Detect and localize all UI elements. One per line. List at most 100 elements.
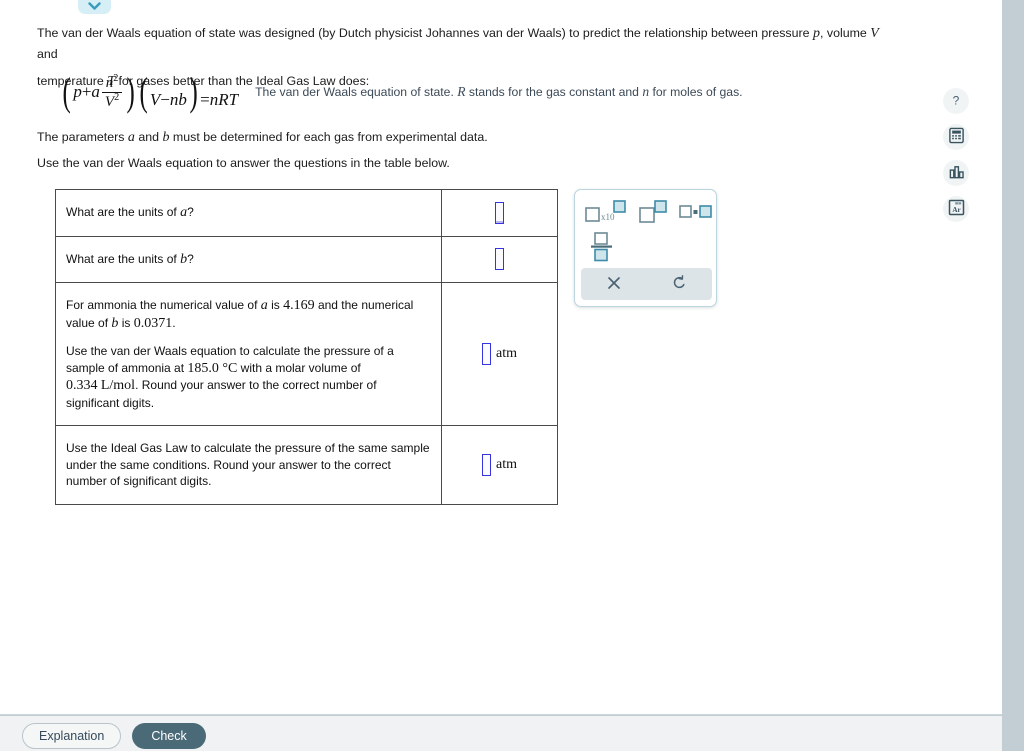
- answer-cell-vdw-pressure: atm: [441, 282, 558, 426]
- answer-input-ideal-gas[interactable]: [482, 453, 491, 476]
- params-text-2: and: [134, 130, 163, 144]
- intro-text-1: The van der Waals equation of state was …: [37, 26, 813, 40]
- tail-left-paren: (: [139, 68, 148, 114]
- right-edge-strip: [1002, 0, 1024, 751]
- eq-minus: −: [160, 89, 170, 109]
- q1-text-2: ?: [187, 205, 194, 219]
- eq-frac-num-exp: 2: [113, 73, 119, 84]
- question-cell-vdw-pressure: For ammonia the numerical value of a is …: [55, 282, 442, 426]
- eq-equals: =: [200, 89, 210, 109]
- periodic-table-button[interactable]: Ar: [943, 196, 969, 222]
- answer-input-units-b[interactable]: [495, 248, 504, 271]
- help-button[interactable]: ?: [943, 88, 969, 114]
- chevron-down-icon: [88, 2, 101, 11]
- clear-button[interactable]: [594, 271, 634, 297]
- eq-T: T: [228, 89, 239, 109]
- caption-text-3: for moles of gas.: [649, 85, 743, 100]
- fraction-button[interactable]: [588, 231, 616, 265]
- params-text-1: The parameters: [37, 130, 128, 144]
- var-V: V: [870, 26, 879, 41]
- superscript-button[interactable]: [637, 199, 673, 226]
- svg-text:x10: x10: [601, 212, 615, 222]
- question-cell-units-a: What are the units of a?: [55, 189, 442, 237]
- params-var-a: a: [127, 130, 135, 145]
- eq-tail: (V−nb) =nRT: [137, 68, 239, 114]
- answer-cell-units-a: [441, 189, 558, 237]
- eq-n2: n: [209, 89, 219, 109]
- q2-var-b: b: [180, 251, 188, 267]
- calculator-button[interactable]: [943, 124, 969, 150]
- question-mark-icon: ?: [948, 92, 964, 111]
- eq-b: b: [178, 89, 187, 109]
- q3-text-5: .: [172, 315, 176, 330]
- q3-text-2: is: [267, 298, 284, 312]
- instruction-paragraph: Use the van der Waals equation to answer…: [37, 156, 450, 170]
- eq-frac-den-exp: 2: [114, 91, 120, 103]
- parameters-paragraph: The parameters a and b must be determine…: [37, 130, 488, 146]
- scientific-notation-button[interactable]: x10: [583, 199, 631, 227]
- q4-text: Use the Ideal Gas Law to calculate the p…: [66, 441, 430, 488]
- q1-var-a: a: [180, 205, 188, 220]
- bar-chart-icon: [948, 164, 965, 183]
- question-cell-units-b: What are the units of b?: [55, 235, 442, 283]
- right-paren: ): [126, 69, 135, 115]
- q2-text-1: What are the units of: [66, 251, 181, 266]
- answer-cell-units-b: [441, 235, 558, 283]
- eq-R: R: [218, 89, 229, 109]
- q3-var-a: a: [260, 298, 268, 313]
- eq-a: a: [91, 82, 100, 102]
- scientific-notation-icon: x10: [584, 199, 630, 227]
- q3-text-4: is: [118, 315, 134, 330]
- answer-input-vdw-pressure[interactable]: [482, 343, 491, 365]
- fraction-icon: [590, 231, 614, 265]
- unit-label-atm: atm: [496, 456, 517, 472]
- footer-bar: Explanation Check: [0, 716, 1002, 751]
- vdw-equation: ( p + a n2 V2 ) (V−nb) =nRT: [60, 68, 239, 115]
- footer-actions: Explanation Check: [22, 723, 206, 749]
- table-row: For ammonia the numerical value of a is …: [55, 282, 558, 426]
- answer-input-units-a[interactable]: [495, 201, 504, 224]
- multiplication-button[interactable]: [678, 202, 714, 224]
- periodic-table-icon: Ar: [948, 199, 965, 219]
- eq-p: p: [73, 82, 82, 102]
- table-row: Use the Ideal Gas Law to calculate the p…: [55, 425, 558, 505]
- q3-text-7: with a molar volume of: [237, 360, 361, 375]
- intro-text-3: and: [37, 47, 58, 61]
- calculator-icon: [948, 127, 965, 147]
- undo-button[interactable]: [659, 271, 699, 297]
- check-button[interactable]: Check: [132, 723, 206, 749]
- q3-value-b: 0.0371: [133, 315, 173, 331]
- close-icon: [607, 276, 621, 293]
- q2-text-2: ?: [187, 251, 194, 266]
- equation-caption: The van der Waals equation of state. R s…: [255, 84, 742, 100]
- math-palette-grid: x10: [575, 190, 716, 268]
- math-palette-actions: [581, 268, 712, 300]
- content-card: The van der Waals equation of state was …: [0, 0, 1002, 715]
- tool-rail: ? Ar: [943, 88, 969, 222]
- caption-text-2: stands for the gas constant and: [465, 85, 643, 100]
- eq-fraction: n2 V2: [101, 73, 123, 111]
- q1-text-1: What are the units of: [66, 205, 181, 219]
- collapse-panel-tab[interactable]: [78, 0, 111, 14]
- unit-label-atm: atm: [496, 346, 517, 361]
- app-root: The van der Waals equation of state was …: [0, 0, 1024, 751]
- data-chart-button[interactable]: [943, 160, 969, 186]
- explanation-button[interactable]: Explanation: [22, 723, 122, 749]
- table-row: What are the units of a?: [55, 189, 558, 237]
- params-text-3: must be determined for each gas from exp…: [169, 130, 488, 144]
- eq-frac-den: V: [104, 93, 115, 110]
- tail-right-paren: ): [189, 68, 198, 114]
- svg-text:?: ?: [953, 93, 960, 107]
- q3-text-1: For ammonia the numerical value of: [66, 298, 261, 312]
- questions-table: What are the units of a? What are the un…: [55, 189, 558, 505]
- q3-temperature: 185.0 °C: [187, 360, 238, 376]
- svg-text:Ar: Ar: [952, 206, 961, 214]
- multiplication-dot-icon: [679, 203, 713, 224]
- intro-text-2: , volume: [819, 26, 871, 40]
- undo-icon: [672, 275, 687, 293]
- caption-text-1: The van der Waals equation of state.: [255, 85, 458, 100]
- table-row: What are the units of b?: [55, 235, 558, 283]
- var-p: p: [812, 26, 820, 41]
- eq-V: V: [149, 89, 161, 109]
- q3-volume-unit: L/mol: [100, 378, 136, 393]
